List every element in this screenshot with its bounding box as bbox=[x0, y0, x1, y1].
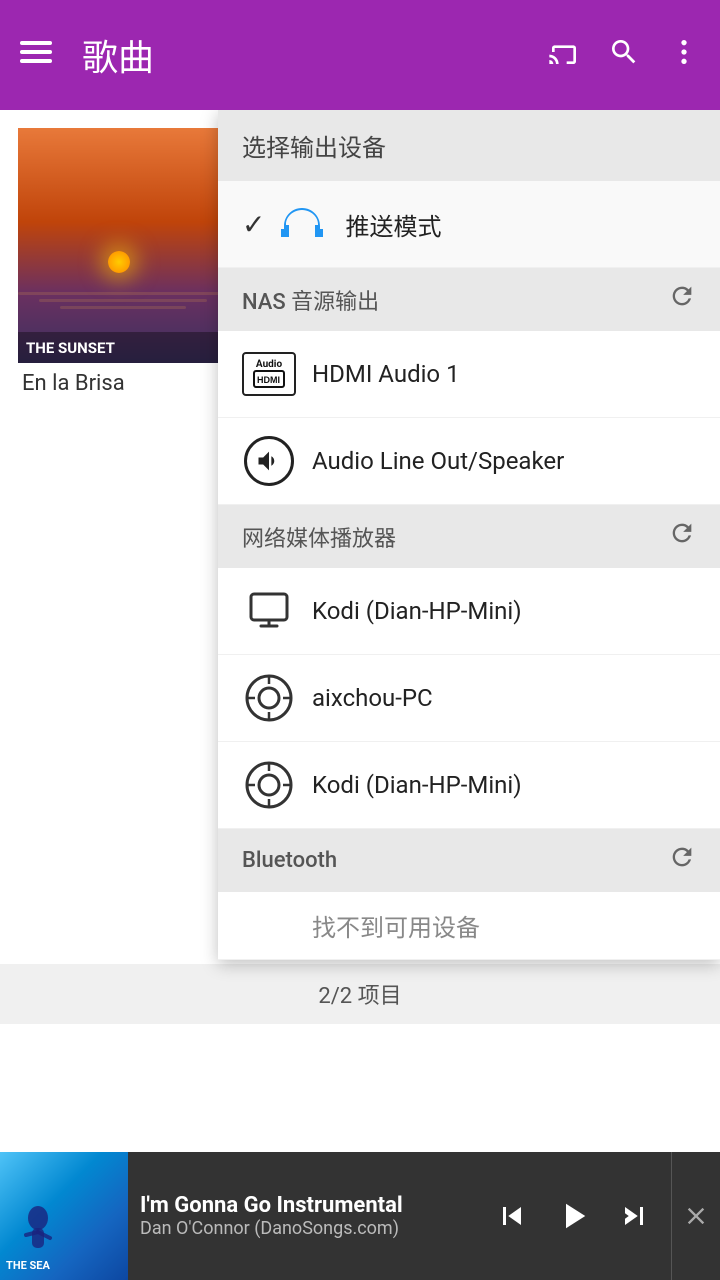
next-button[interactable] bbox=[609, 1191, 659, 1241]
kodi-circle-icon-2 bbox=[242, 758, 296, 812]
hdmi-icon: Audio HDMI bbox=[242, 347, 296, 401]
now-playing-info: I'm Gonna Go Instrumental Dan O'Connor (… bbox=[128, 1193, 487, 1239]
check-mark-icon: ✓ bbox=[242, 208, 265, 241]
now-playing-bar: THE SEA I'm Gonna Go Instrumental Dan O'… bbox=[0, 1152, 720, 1280]
bluetooth-section-header: Bluetooth bbox=[218, 829, 720, 892]
app-header: 歌曲 bbox=[0, 0, 720, 110]
push-mode-item[interactable]: ✓ 推送模式 bbox=[218, 181, 720, 268]
aixchou-label: aixchou-PC bbox=[312, 684, 433, 712]
close-player-button[interactable] bbox=[671, 1152, 720, 1280]
dropdown-overlay: 选择输出设备 ✓ 推送模式 NAS 音源输出 bbox=[0, 110, 720, 1152]
cast-network-icon bbox=[242, 584, 296, 638]
main-content: THE SUNSET En la Brisa 选择输出设备 ✓ 推送模式 bbox=[0, 110, 720, 1152]
menu-icon[interactable] bbox=[20, 36, 52, 75]
nas-section-header: NAS 音源输出 bbox=[218, 268, 720, 331]
hdmi-audio-item[interactable]: Audio HDMI HDMI Audio 1 bbox=[218, 331, 720, 418]
no-device-label: 找不到可用设备 bbox=[312, 908, 480, 943]
network-section-label: 网络媒体播放器 bbox=[242, 521, 396, 553]
cast-icon[interactable] bbox=[548, 36, 580, 75]
bluetooth-section-label: Bluetooth bbox=[242, 848, 337, 873]
kodi-circle-icon-1 bbox=[242, 671, 296, 725]
header-actions bbox=[548, 36, 700, 75]
speaker-icon bbox=[242, 434, 296, 488]
network-section-header: 网络媒体播放器 bbox=[218, 505, 720, 568]
now-playing-thumbnail: THE SEA bbox=[0, 1152, 128, 1280]
page-title: 歌曲 bbox=[82, 29, 548, 81]
kodi1-item[interactable]: Kodi (Dian-HP-Mini) bbox=[218, 568, 720, 655]
nas-section-label: NAS 音源输出 bbox=[242, 284, 379, 316]
play-button[interactable] bbox=[545, 1188, 601, 1244]
push-mode-label: 推送模式 bbox=[345, 207, 441, 242]
kodi2-item[interactable]: Kodi (Dian-HP-Mini) bbox=[218, 742, 720, 829]
no-device-item: 找不到可用设备 bbox=[218, 892, 720, 960]
more-options-icon[interactable] bbox=[668, 36, 700, 75]
bluetooth-refresh-icon[interactable] bbox=[668, 843, 696, 878]
search-icon[interactable] bbox=[608, 36, 640, 75]
dropdown-header: 选择输出设备 bbox=[218, 110, 720, 181]
playback-controls bbox=[487, 1188, 671, 1244]
audio-line-out-item[interactable]: Audio Line Out/Speaker bbox=[218, 418, 720, 505]
network-refresh-icon[interactable] bbox=[668, 519, 696, 554]
hdmi-audio-label: HDMI Audio 1 bbox=[312, 360, 460, 388]
audio-line-out-label: Audio Line Out/Speaker bbox=[312, 447, 564, 475]
nas-refresh-icon[interactable] bbox=[668, 282, 696, 317]
now-playing-artist: Dan O'Connor (DanoSongs.com) bbox=[140, 1218, 475, 1239]
previous-button[interactable] bbox=[487, 1191, 537, 1241]
kodi1-label: Kodi (Dian-HP-Mini) bbox=[312, 597, 522, 625]
headphones-icon bbox=[275, 197, 329, 251]
output-device-menu: 选择输出设备 ✓ 推送模式 NAS 音源输出 bbox=[218, 110, 720, 960]
aixchou-item[interactable]: aixchou-PC bbox=[218, 655, 720, 742]
kodi2-label: Kodi (Dian-HP-Mini) bbox=[312, 771, 522, 799]
now-playing-thumb-label: THE SEA bbox=[6, 1259, 50, 1272]
svg-text:HDMI: HDMI bbox=[257, 375, 280, 385]
now-playing-title: I'm Gonna Go Instrumental bbox=[140, 1193, 475, 1218]
